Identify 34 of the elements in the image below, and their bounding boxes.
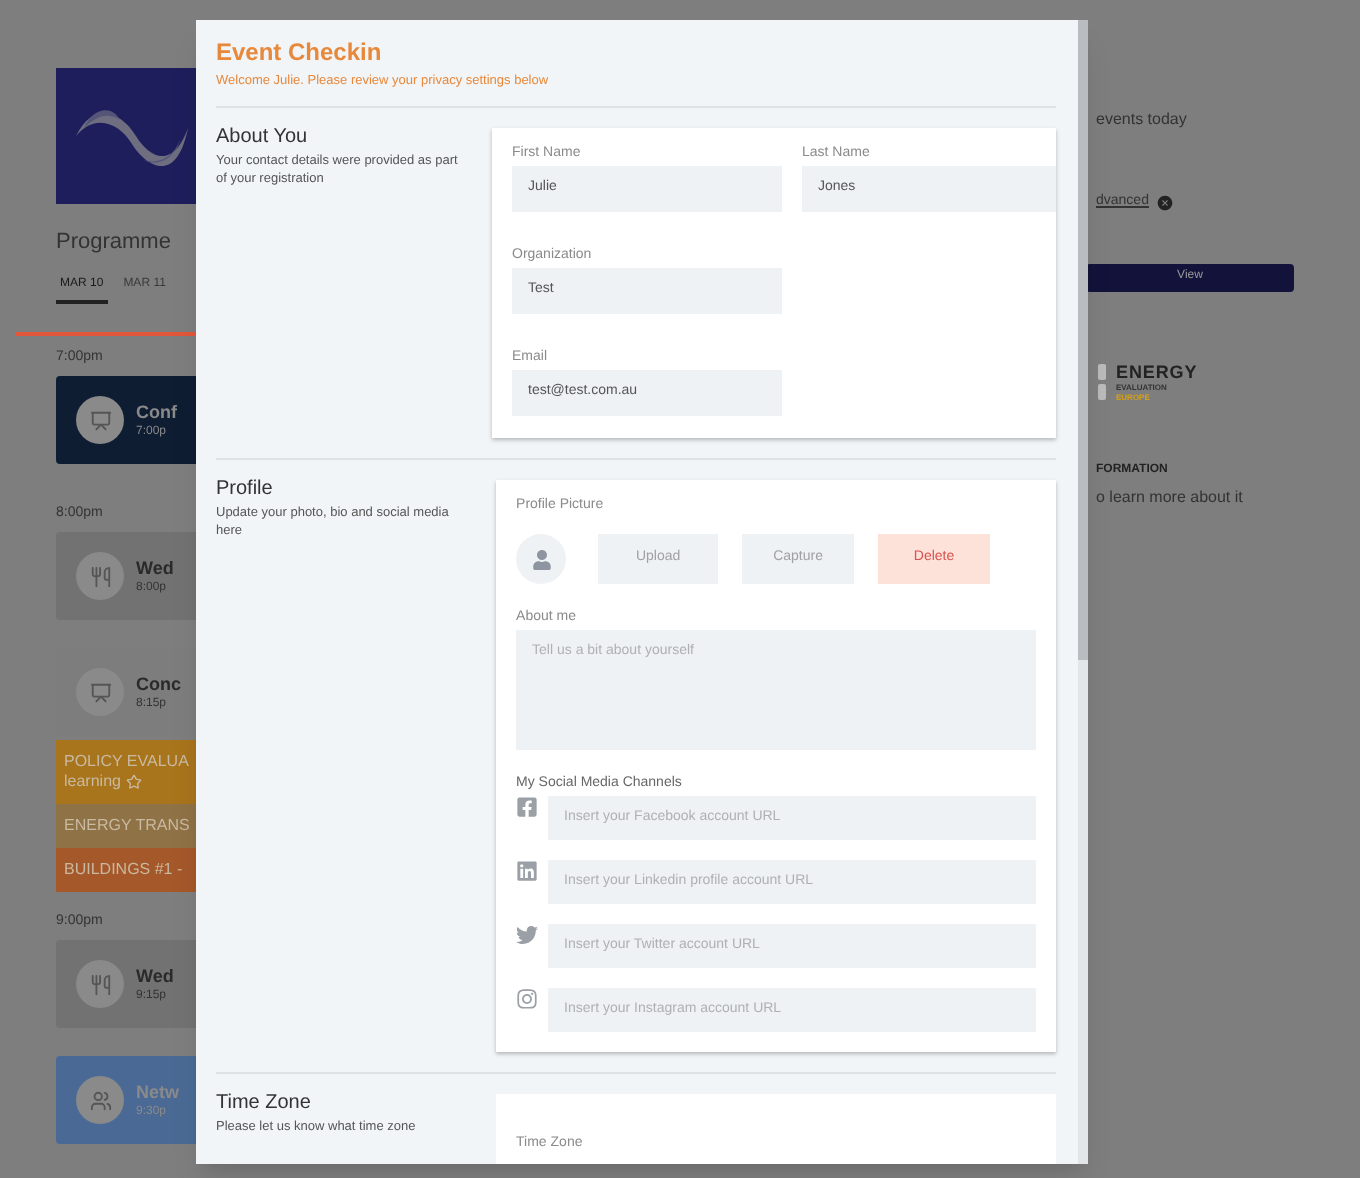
avatar-placeholder bbox=[516, 534, 567, 584]
people-icon bbox=[89, 1089, 111, 1111]
logo-icon bbox=[1096, 361, 1108, 401]
easel-icon bbox=[89, 409, 111, 431]
events-text: events today bbox=[1096, 108, 1189, 132]
programme-title: Programme bbox=[56, 228, 173, 256]
track-title: POLICY EVALUA bbox=[64, 752, 191, 772]
twitter-icon bbox=[516, 924, 539, 946]
utensils-icon bbox=[89, 973, 111, 995]
track-title: BUILDINGS #1 - bbox=[64, 860, 185, 880]
section-heading: Profile bbox=[216, 478, 275, 502]
info-text: o learn more about it bbox=[1096, 485, 1245, 509]
star-icon[interactable] bbox=[126, 774, 143, 790]
track-bar[interactable]: POLICY EVALUA learning bbox=[56, 740, 200, 804]
session-title: Conc bbox=[136, 673, 181, 695]
utensils-icon bbox=[89, 565, 111, 587]
track-subtitle: learning bbox=[64, 772, 121, 792]
logo-text: ENERGY bbox=[1116, 361, 1198, 381]
track-bar[interactable]: ENERGY TRANS bbox=[56, 804, 200, 848]
session-title: Conf bbox=[136, 401, 177, 423]
instagram-icon bbox=[516, 988, 539, 1010]
session-title: Netw bbox=[136, 1081, 180, 1103]
section-heading: About You bbox=[216, 126, 310, 150]
section-heading: Time Zone bbox=[216, 1092, 313, 1116]
session-title: Wed bbox=[136, 557, 174, 579]
linkedin-icon bbox=[516, 860, 539, 882]
facebook-icon bbox=[516, 796, 539, 818]
track-bar[interactable]: BUILDINGS #1 - bbox=[56, 848, 200, 892]
track-title: ENERGY TRANS bbox=[64, 816, 192, 836]
easel-icon bbox=[89, 681, 111, 703]
scrollbar[interactable] bbox=[1078, 20, 1088, 1164]
clear-icon[interactable] bbox=[1156, 193, 1175, 212]
session-title: Wed bbox=[136, 965, 174, 987]
dialog-title: Event Checkin bbox=[216, 38, 384, 68]
